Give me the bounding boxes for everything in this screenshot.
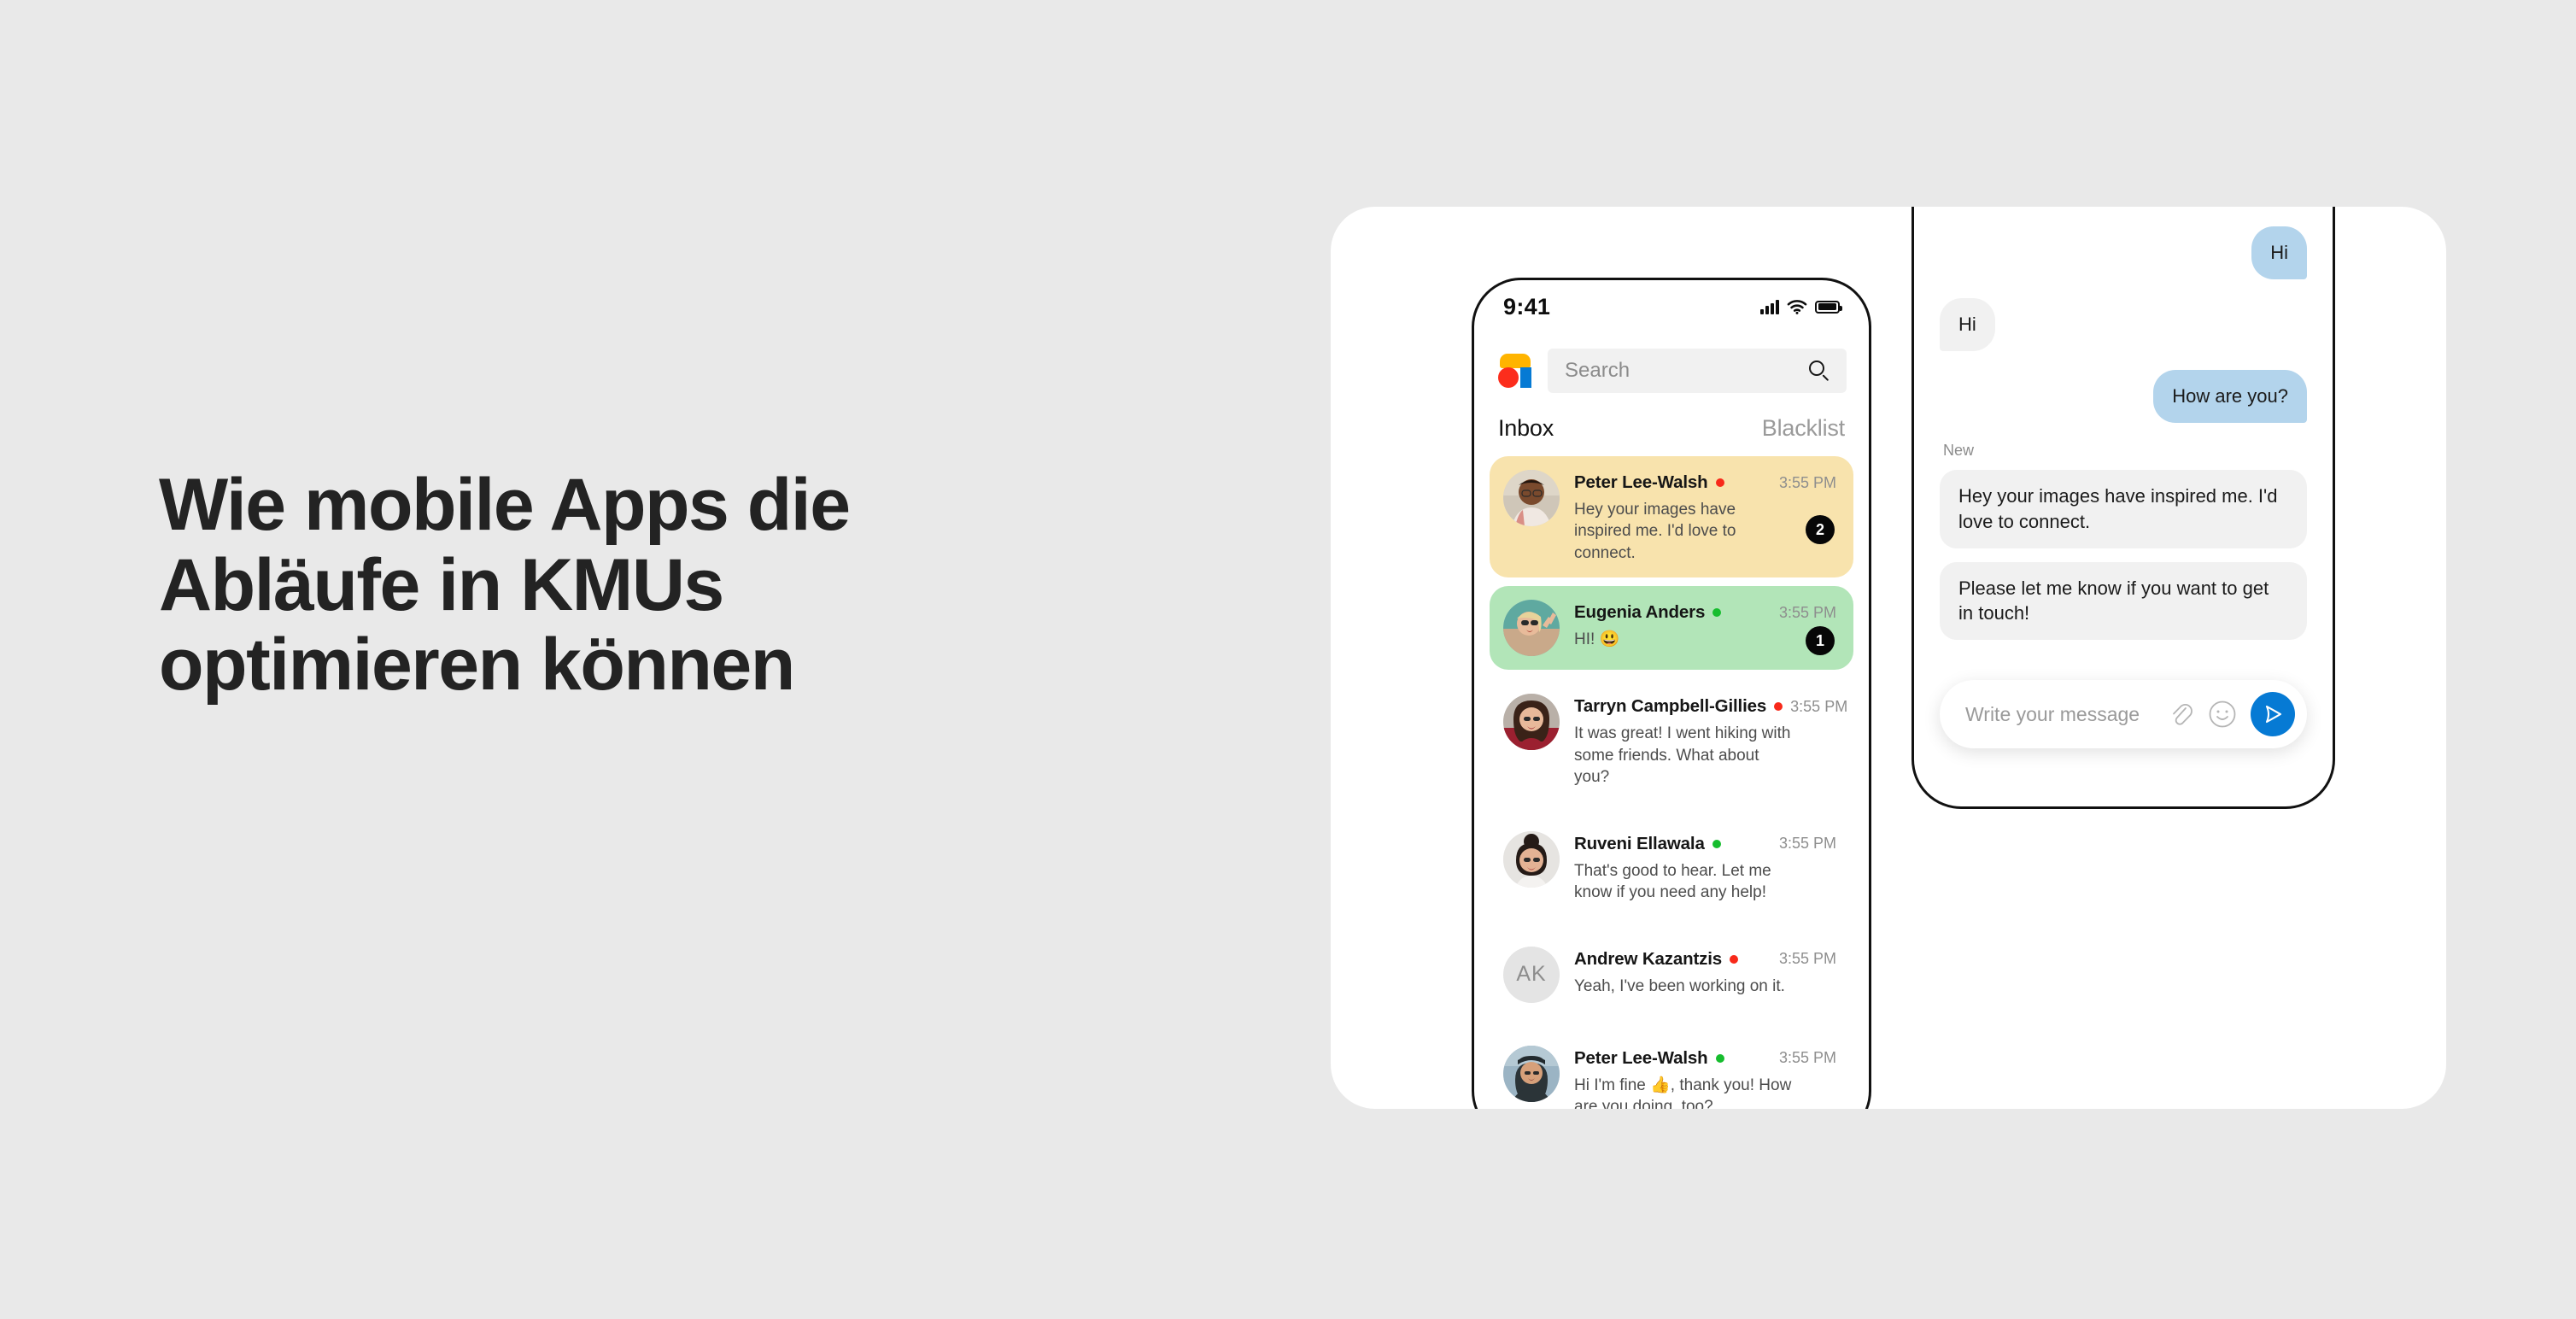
status-bar-icons <box>1760 299 1842 314</box>
headline-line-3: optimieren können <box>159 624 795 706</box>
conversation-time: 3:55 PM <box>1790 697 1848 715</box>
conversation-time: 3:55 PM <box>1778 950 1836 968</box>
mockup-card: 9:41 Search Inbox Blacklist Peter Lee-Wa… <box>1331 207 2446 1109</box>
avatar <box>1503 694 1560 751</box>
conversation-name: Eugenia Anders <box>1574 602 1706 623</box>
conversation-header: Eugenia Anders 3:55 PM <box>1574 602 1840 623</box>
chat-bubble-incoming: Hi <box>1940 297 1995 351</box>
paperclip-icon[interactable] <box>2167 701 2194 728</box>
unread-badge: 2 <box>1806 515 1835 545</box>
inbox-top-bar: Search <box>1474 349 1869 393</box>
phone-chat-mockup: Hi Hi How are you? New Hey your images h… <box>1912 207 2335 809</box>
new-messages-divider: New <box>1943 441 1975 459</box>
headline-line-1: Wie mobile Apps die <box>159 464 851 546</box>
conversation-item[interactable]: AK Andrew Kazantzis 3:55 PM Yeah, I've b… <box>1490 931 1853 1018</box>
headline-line-2: Abläufe in KMUs <box>159 543 724 626</box>
conversation-name: Andrew Kazantzis <box>1574 948 1723 969</box>
status-dot-red <box>1715 478 1724 487</box>
conversation-time: 3:55 PM <box>1778 603 1836 621</box>
conversation-preview: Hi I'm fine 👍, thank you! How are you do… <box>1574 1076 1792 1109</box>
conversation-body: Peter Lee-Walsh 3:55 PM Hey your images … <box>1574 470 1840 564</box>
page-headline: Wie mobile Apps die Abläufe in KMUs opti… <box>159 464 1295 706</box>
chat-screen: Hi Hi How are you? New Hey your images h… <box>1914 207 2333 806</box>
status-dot-green <box>1712 839 1721 848</box>
avatar <box>1503 600 1560 657</box>
status-dot-red <box>1730 954 1739 964</box>
conversation-header: Ruveni Ellawala 3:55 PM <box>1574 834 1840 854</box>
conversation-list: Peter Lee-Walsh 3:55 PM Hey your images … <box>1474 456 1869 1109</box>
tab-inbox[interactable]: Inbox <box>1498 415 1554 442</box>
search-placeholder: Search <box>1565 359 1630 382</box>
send-button[interactable] <box>2251 692 2295 736</box>
conversation-time: 3:55 PM <box>1778 835 1836 853</box>
phone-inbox-mockup: 9:41 Search Inbox Blacklist Peter Lee-Wa… <box>1472 278 1871 1109</box>
chat-bubble-incoming: Please let me know if you want to get in… <box>1940 561 2307 641</box>
search-icon[interactable] <box>1809 361 1830 381</box>
conversation-preview: That's good to hear. Let me know if you … <box>1574 861 1771 902</box>
message-input-placeholder[interactable]: Write your message <box>1965 703 2153 726</box>
battery-full-icon <box>1815 300 1842 314</box>
status-dot-red <box>1774 702 1783 712</box>
conversation-name: Tarryn Campbell-Gillies <box>1574 696 1767 717</box>
conversation-preview: Hey your images have inspired me. I'd lo… <box>1574 501 1736 562</box>
conversation-item[interactable]: Tarryn Campbell-Gillies 3:55 PM It was g… <box>1490 678 1853 803</box>
conversation-item[interactable]: Eugenia Anders 3:55 PM HI! 😃 1 <box>1490 586 1853 671</box>
wifi-icon <box>1787 300 1807 314</box>
conversation-body: Ruveni Ellawala 3:55 PM That's good to h… <box>1574 831 1840 904</box>
conversation-preview: Yeah, I've been working on it. <box>1574 976 1785 995</box>
conversation-item[interactable]: Ruveni Ellawala 3:55 PM That's good to h… <box>1490 816 1853 919</box>
unread-badge: 1 <box>1806 626 1835 656</box>
chat-bubble-outgoing: Hi <box>2251 226 2307 279</box>
smiley-icon[interactable] <box>2208 700 2237 729</box>
inbox-tabs: Inbox Blacklist <box>1474 415 1869 442</box>
tab-blacklist[interactable]: Blacklist <box>1762 415 1845 442</box>
conversation-header: Andrew Kazantzis 3:55 PM <box>1574 949 1840 970</box>
send-icon <box>2265 705 2282 724</box>
status-bar-time: 9:41 <box>1503 293 1551 319</box>
conversation-name: Ruveni Ellawala <box>1574 833 1705 853</box>
conversation-header: Peter Lee-Walsh 3:55 PM <box>1574 472 1840 493</box>
status-dot-green <box>1712 608 1722 618</box>
chat-bubble-incoming: Hey your images have inspired me. I'd lo… <box>1940 469 2307 548</box>
conversation-header: Peter Lee-Walsh 3:55 PM <box>1574 1048 1840 1069</box>
signal-bars-icon <box>1760 299 1779 314</box>
chat-bubble-outgoing: How are you? <box>2153 369 2307 423</box>
conversation-name: Peter Lee-Walsh <box>1574 1047 1708 1068</box>
status-dot-green <box>1715 1053 1724 1063</box>
search-input[interactable]: Search <box>1548 349 1847 393</box>
conversation-item[interactable]: Peter Lee-Walsh 3:55 PM Hi I'm fine 👍, t… <box>1490 1030 1853 1109</box>
avatar <box>1503 1045 1560 1102</box>
app-logo-icon <box>1496 352 1534 390</box>
status-bar: 9:41 <box>1474 280 1869 333</box>
conversation-preview: HI! 😃 <box>1574 630 1620 649</box>
conversation-body: Andrew Kazantzis 3:55 PM Yeah, I've been… <box>1574 947 1840 997</box>
conversation-header: Tarryn Campbell-Gillies 3:55 PM <box>1574 696 1847 717</box>
message-composer[interactable]: Write your message <box>1940 680 2307 748</box>
avatar <box>1503 830 1560 888</box>
conversation-time: 3:55 PM <box>1778 473 1836 491</box>
conversation-body: Peter Lee-Walsh 3:55 PM Hi I'm fine 👍, t… <box>1574 1046 1840 1109</box>
conversation-name: Peter Lee-Walsh <box>1574 472 1708 492</box>
avatar <box>1503 470 1560 526</box>
conversation-preview: It was great! I went hiking with some fr… <box>1574 724 1791 787</box>
conversation-body: Eugenia Anders 3:55 PM HI! 😃 <box>1574 600 1840 650</box>
avatar-initials: AK <box>1503 946 1560 1003</box>
conversation-body: Tarryn Campbell-Gillies 3:55 PM It was g… <box>1574 694 1847 788</box>
inbox-screen: 9:41 Search Inbox Blacklist Peter Lee-Wa… <box>1474 280 1869 1109</box>
conversation-item[interactable]: Peter Lee-Walsh 3:55 PM Hey your images … <box>1490 456 1853 578</box>
conversation-time: 3:55 PM <box>1778 1049 1836 1067</box>
